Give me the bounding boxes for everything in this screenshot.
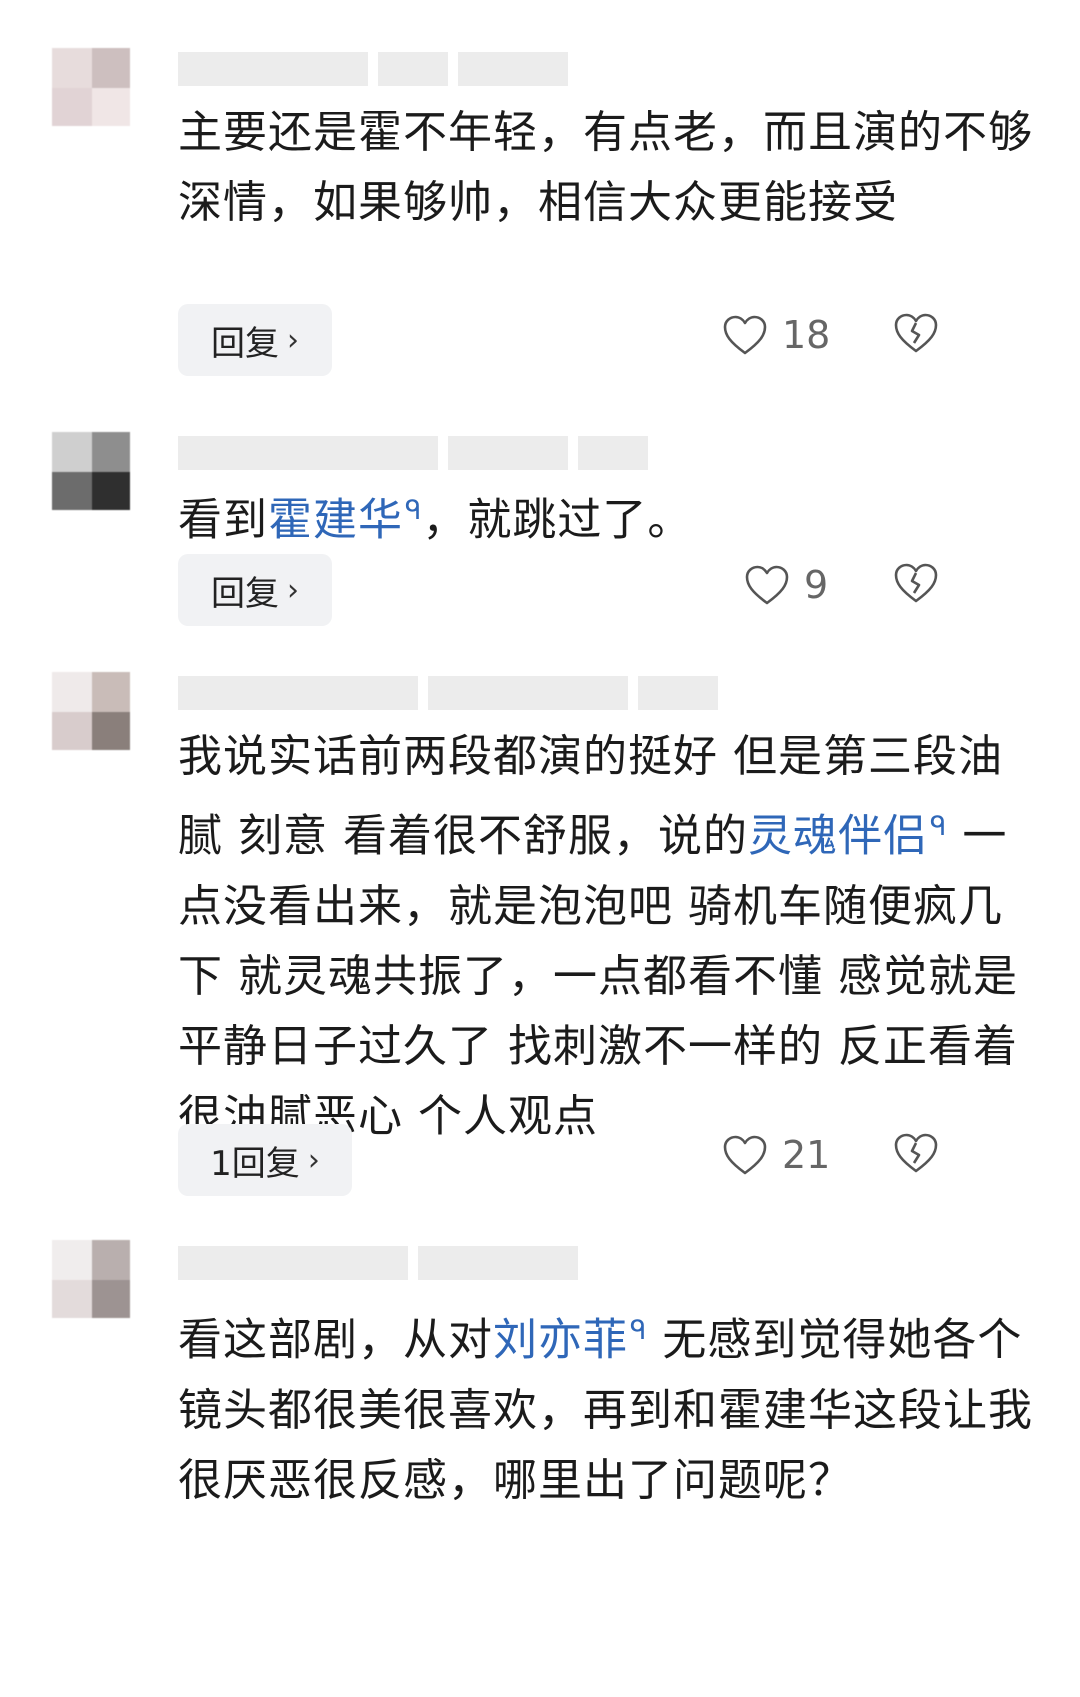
broken-heart-icon bbox=[893, 562, 943, 604]
like-count: 18 bbox=[782, 313, 831, 357]
username-blurred bbox=[178, 1246, 578, 1282]
comment-text-part: 看这部剧，从对 bbox=[178, 1314, 493, 1366]
broken-heart-icon bbox=[893, 312, 943, 354]
chevron-right-icon: › bbox=[287, 572, 299, 608]
avatar[interactable] bbox=[52, 432, 130, 510]
like-count: 21 bbox=[782, 1133, 831, 1177]
chevron-right-icon: › bbox=[307, 1142, 320, 1178]
username-blurred bbox=[178, 436, 648, 472]
like-count: 9 bbox=[804, 563, 829, 607]
reply-label: 1回复 bbox=[210, 1143, 300, 1184]
comment-text: 我说实话前两段都演的挺好 但是第三段油腻 刻意 看着很不舒服，说的灵魂伴侣ᑫ 一… bbox=[178, 722, 1038, 1152]
chevron-right-icon: › bbox=[287, 322, 299, 358]
avatar[interactable] bbox=[52, 48, 130, 126]
avatar[interactable] bbox=[52, 672, 130, 750]
like-button[interactable]: 21 bbox=[722, 1125, 830, 1185]
topic-link[interactable]: 灵魂伴侣 bbox=[748, 811, 928, 862]
heart-outline-icon bbox=[722, 314, 768, 356]
username-blurred bbox=[178, 676, 718, 712]
search-icon: ᑫ bbox=[405, 496, 423, 526]
heart-outline-icon bbox=[744, 564, 790, 606]
comment-text: 看到霍建华ᑫ，就跳过了。 bbox=[178, 476, 1038, 556]
topic-link[interactable]: 霍建华 bbox=[268, 495, 403, 546]
comment-text-part: 看到 bbox=[178, 494, 268, 546]
dislike-button[interactable] bbox=[893, 1132, 943, 1182]
topic-link[interactable]: 刘亦菲 bbox=[493, 1315, 628, 1366]
username-blurred bbox=[178, 52, 568, 88]
reply-button[interactable]: 回复 › bbox=[178, 554, 332, 626]
search-icon: ᑫ bbox=[630, 1316, 648, 1346]
comment-text: 主要还是霍不年轻，有点老，而且演的不够深情，如果够帅，相信大众更能接受 bbox=[178, 107, 1033, 228]
broken-heart-icon bbox=[893, 1132, 943, 1174]
comment-text-part: ，就跳过了。 bbox=[422, 494, 693, 546]
heart-outline-icon bbox=[722, 1134, 768, 1176]
dislike-button[interactable] bbox=[893, 312, 943, 362]
dislike-button[interactable] bbox=[893, 562, 943, 612]
like-button[interactable]: 9 bbox=[744, 555, 828, 615]
like-button[interactable]: 18 bbox=[722, 305, 830, 365]
reply-button[interactable]: 1回复 › bbox=[178, 1124, 352, 1196]
reply-label: 回复 bbox=[211, 323, 279, 364]
reply-label: 回复 bbox=[211, 573, 279, 614]
avatar[interactable] bbox=[52, 1240, 130, 1318]
search-icon: ᑫ bbox=[929, 812, 948, 842]
comment-text: 看这部剧，从对刘亦菲ᑫ 无感到觉得她各个镜头都很美很喜欢，再到和霍建华这段让我很… bbox=[178, 1296, 1038, 1516]
reply-button[interactable]: 回复 › bbox=[178, 304, 332, 376]
